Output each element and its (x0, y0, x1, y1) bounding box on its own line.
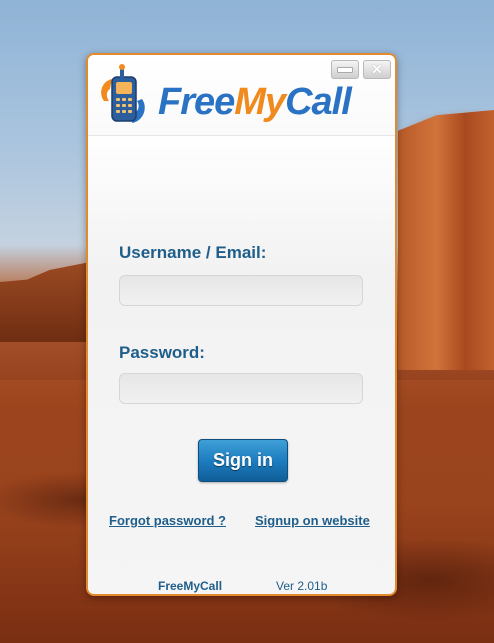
logo-text-free: Free (158, 81, 235, 123)
minimize-button[interactable] (331, 60, 359, 79)
footer-version: Ver 2.01b (276, 579, 328, 593)
username-label: Username / Email: (119, 243, 267, 262)
background-cliff (398, 110, 494, 370)
login-window: FreeMyCall ✕ Username / Email: Password:… (86, 53, 397, 596)
minimize-icon (337, 66, 353, 73)
close-icon: ✕ (371, 61, 383, 77)
app-logo: FreeMyCall (158, 81, 352, 123)
password-label: Password: (119, 343, 205, 362)
title-bar[interactable]: FreeMyCall ✕ (88, 55, 395, 136)
logo-text-call: Call (285, 81, 352, 123)
forgot-password-link[interactable]: Forgot password ? (109, 513, 226, 528)
password-input[interactable] (119, 373, 363, 404)
logo-text-my: My (234, 81, 286, 123)
username-input[interactable] (119, 275, 363, 306)
footer-app-name: FreeMyCall (158, 579, 223, 593)
signup-link[interactable]: Signup on website (255, 513, 370, 528)
close-button[interactable]: ✕ (363, 60, 391, 79)
sign-in-button[interactable]: Sign in (198, 439, 288, 482)
background-mesa (0, 262, 90, 342)
phone-logo-icon (96, 63, 150, 133)
